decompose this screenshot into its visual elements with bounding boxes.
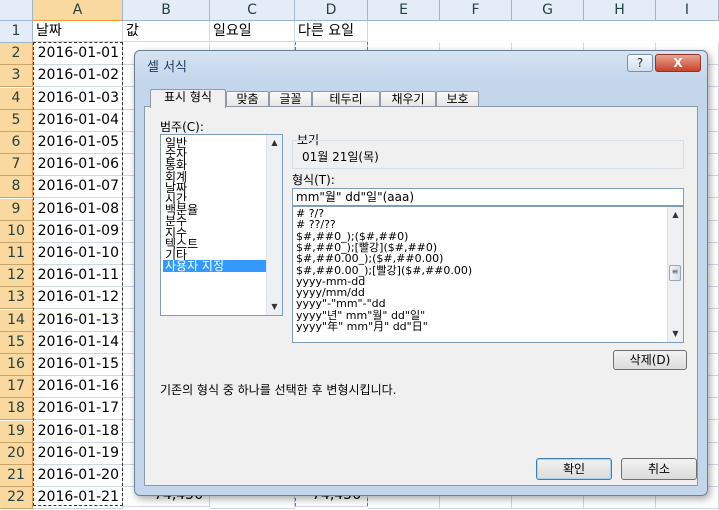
- type-label: 형식(T):: [292, 173, 335, 187]
- format-listbox[interactable]: # ?/? # ??/?? $#,##0_);($#,##0) $#,##0_);[빨…: [292, 206, 684, 343]
- row-header[interactable]: 9: [0, 198, 33, 221]
- row-header[interactable]: 6: [0, 132, 33, 154]
- column-header-a[interactable]: A: [33, 0, 123, 21]
- scroll-down-icon[interactable]: ▼: [267, 299, 282, 315]
- format-scrollbar[interactable]: ▲ ≡ ▼: [667, 207, 683, 342]
- format-item[interactable]: yyyy"年" mm"月" dd"日": [296, 321, 428, 332]
- category-item[interactable]: 사용자 지정: [163, 260, 266, 273]
- date-cell[interactable]: 2016-01-01: [33, 43, 123, 66]
- date-cell[interactable]: 2016-01-07: [33, 176, 123, 199]
- date-cell[interactable]: 2016-01-21: [33, 487, 123, 510]
- row-header[interactable]: 11: [0, 243, 33, 265]
- row-header[interactable]: 18: [0, 398, 33, 421]
- category-label: 범주(C):: [160, 120, 204, 134]
- date-cell[interactable]: 2016-01-08: [33, 198, 123, 221]
- date-cell[interactable]: 2016-01-17: [33, 398, 123, 421]
- category-scrollbar[interactable]: ▲ ▼: [266, 135, 282, 315]
- close-button[interactable]: X: [655, 54, 701, 72]
- date-cell[interactable]: 2016-01-15: [33, 354, 123, 376]
- row-header[interactable]: 15: [0, 331, 33, 354]
- type-input[interactable]: mm"월" dd"일"(aaa): [292, 188, 684, 206]
- date-cell[interactable]: 2016-01-05: [33, 132, 123, 154]
- cancel-button[interactable]: 취소: [621, 458, 697, 480]
- delete-button[interactable]: 삭제(D): [613, 350, 687, 370]
- column-header-f[interactable]: F: [440, 0, 512, 21]
- date-cell[interactable]: 2016-01-10: [33, 243, 123, 265]
- format-item[interactable]: $#,##0.00_);[빨강]($#,##0.00): [296, 265, 472, 276]
- row-header[interactable]: 21: [0, 465, 33, 487]
- row-header[interactable]: 10: [0, 220, 33, 243]
- date-cell[interactable]: 2016-01-02: [33, 65, 123, 88]
- row-header[interactable]: 12: [0, 265, 33, 288]
- date-cell[interactable]: 2016-01-04: [33, 109, 123, 132]
- format-item[interactable]: yyyy"-"mm"-"dd: [296, 298, 386, 309]
- date-cell[interactable]: 2016-01-11: [33, 265, 123, 288]
- row-header[interactable]: 20: [0, 442, 33, 465]
- format-item[interactable]: $#,##0_);($#,##0): [296, 231, 408, 242]
- header-cell-date[interactable]: 날짜: [33, 21, 123, 42]
- format-cells-dialog: 셀 서식 ? X 표시 형식 맞춤 글꼴 테두리 채우기 보호 범주(C): 일…: [134, 50, 708, 496]
- format-item[interactable]: $#,##0.00_);($#,##0.00): [296, 253, 443, 264]
- row-header[interactable]: 19: [0, 420, 33, 443]
- date-cell[interactable]: 2016-01-09: [33, 220, 123, 243]
- column-header-b[interactable]: B: [123, 0, 210, 21]
- date-cell[interactable]: 2016-01-19: [33, 442, 123, 465]
- sample-value: 01월 21일(목): [302, 150, 379, 164]
- sample-box: 01월 21일(목): [292, 140, 684, 169]
- category-listbox[interactable]: 일반 숫자 통화 회계 날짜 시간 백분율 분수 지수 텍스트 기타 사용자 지정 ▲ ▼: [160, 134, 283, 316]
- column-header-g[interactable]: G: [512, 0, 584, 21]
- column-header-i[interactable]: I: [656, 0, 719, 21]
- help-button[interactable]: ?: [627, 54, 653, 72]
- scroll-up-icon[interactable]: ▲: [267, 135, 282, 151]
- select-all-corner[interactable]: [0, 0, 33, 21]
- date-cell[interactable]: 2016-01-06: [33, 154, 123, 177]
- column-header-d[interactable]: D: [295, 0, 368, 21]
- row-header[interactable]: 17: [0, 376, 33, 399]
- format-item[interactable]: # ??/??: [296, 219, 336, 230]
- date-cell[interactable]: 2016-01-12: [33, 287, 123, 310]
- scroll-thumb[interactable]: ≡: [669, 265, 681, 281]
- date-cell[interactable]: 2016-01-18: [33, 420, 123, 443]
- date-cell[interactable]: 2016-01-14: [33, 331, 123, 354]
- header-cell-other-day[interactable]: 다른 요일: [295, 21, 368, 42]
- date-cell[interactable]: 2016-01-13: [33, 309, 123, 332]
- column-header-c[interactable]: C: [210, 0, 295, 21]
- ok-button[interactable]: 확인: [536, 458, 612, 480]
- header-cell-value[interactable]: 값: [123, 21, 210, 42]
- date-cell[interactable]: 2016-01-03: [33, 87, 123, 110]
- row-header[interactable]: 4: [0, 87, 33, 110]
- row-header[interactable]: 7: [0, 154, 33, 177]
- date-cell[interactable]: 2016-01-16: [33, 376, 123, 399]
- row-header[interactable]: 1: [0, 21, 33, 43]
- tab-number[interactable]: 표시 형식: [150, 89, 226, 108]
- row-header[interactable]: 16: [0, 354, 33, 376]
- row-header[interactable]: 14: [0, 309, 33, 332]
- row-header[interactable]: 2: [0, 43, 33, 66]
- hint-text: 기존의 형식 중 하나를 선택한 후 변형시킵니다.: [160, 383, 397, 397]
- dialog-title: 셀 서식: [147, 60, 188, 75]
- date-cell[interactable]: 2016-01-20: [33, 465, 123, 487]
- row-header[interactable]: 13: [0, 287, 33, 310]
- column-header-h[interactable]: H: [584, 0, 656, 21]
- row-header[interactable]: 22: [0, 487, 33, 510]
- row-header[interactable]: 5: [0, 109, 33, 132]
- scroll-up-icon[interactable]: ▲: [668, 207, 683, 223]
- row-header[interactable]: 8: [0, 176, 33, 199]
- column-header-e[interactable]: E: [368, 0, 440, 21]
- dialog-titlebar[interactable]: 셀 서식 ? X: [135, 51, 707, 77]
- scroll-down-icon[interactable]: ▼: [668, 326, 683, 342]
- row-header[interactable]: 3: [0, 65, 33, 88]
- header-cell-sunday[interactable]: 일요일: [210, 21, 295, 42]
